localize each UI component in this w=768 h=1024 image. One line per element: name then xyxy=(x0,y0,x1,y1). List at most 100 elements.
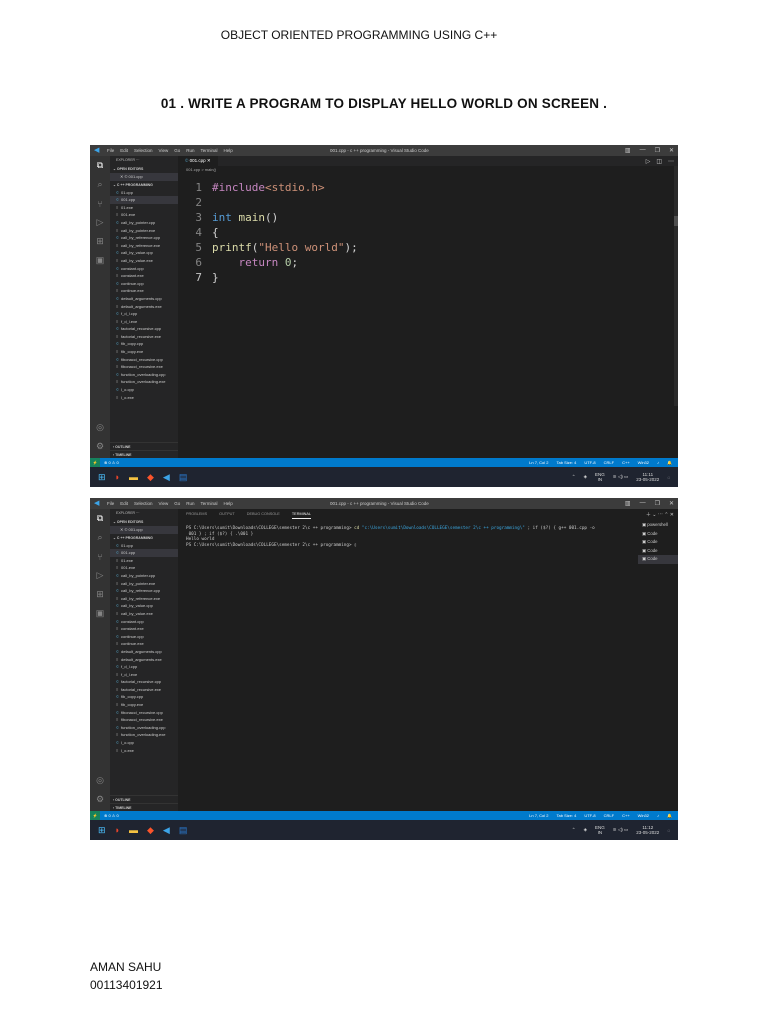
terminal-instance[interactable]: ▣ powershell xyxy=(638,521,678,530)
file-item[interactable]: ≡ call_by_pointer.exe xyxy=(110,580,178,588)
file-item[interactable]: © l_o.cpp xyxy=(110,739,178,747)
remote-explorer-icon[interactable]: ▣ xyxy=(90,604,110,623)
tab-001-cpp[interactable]: © 001.cpp ✕ xyxy=(178,156,218,166)
vscode-taskbar-icon[interactable]: ◀ xyxy=(163,472,170,483)
file-item[interactable]: © call_by_pointer.cpp xyxy=(110,572,178,580)
file-item[interactable]: © constant.cpp xyxy=(110,618,178,626)
close-button[interactable]: ✕ xyxy=(669,500,674,507)
feedback-icon[interactable]: ♪ xyxy=(657,811,659,820)
file-item[interactable]: ≡ f_d_l.exe xyxy=(110,671,178,679)
file-item[interactable]: © 01.cpp xyxy=(110,542,178,550)
problems-count[interactable]: ⊗ 0 ⚠ 0 xyxy=(104,811,119,820)
file-explorer-icon[interactable]: ▬ xyxy=(129,472,138,483)
windows-start-icon[interactable]: ⊞ xyxy=(98,472,106,483)
breadcrumb[interactable]: 001.cpp > main() xyxy=(178,166,678,174)
file-item[interactable]: © call_by_value.cpp xyxy=(110,602,178,610)
search-icon[interactable]: ⌕ xyxy=(90,528,110,547)
windows-start-icon[interactable]: ⊞ xyxy=(98,825,106,836)
file-item[interactable]: © function_overloading.cpp xyxy=(110,371,178,379)
tray-chevron-icon[interactable]: ⌃ xyxy=(572,474,576,480)
file-item[interactable]: © call_by_reference.cpp xyxy=(110,234,178,242)
file-item[interactable]: © f_d_l.cpp xyxy=(110,663,178,671)
menu-terminal[interactable]: Terminal xyxy=(201,501,218,506)
menu-terminal[interactable]: Terminal xyxy=(201,148,218,153)
file-item[interactable]: © continue.cpp xyxy=(110,633,178,641)
folder-section[interactable]: ⌄ C ++ PROGRAMMING xyxy=(110,534,178,542)
bell-icon[interactable]: 🔔 xyxy=(667,811,672,820)
folder-section[interactable]: ⌄ C ++ PROGRAMMING xyxy=(110,181,178,189)
status-item[interactable]: CRLF xyxy=(604,458,614,467)
language-indicator[interactable]: ENG IN xyxy=(595,825,605,836)
close-button[interactable]: ✕ xyxy=(669,147,674,154)
file-item[interactable]: © constant.cpp xyxy=(110,265,178,273)
status-item[interactable]: UTF-8 xyxy=(584,811,595,820)
notification-icon[interactable]: ◌ xyxy=(667,828,670,833)
word-icon[interactable]: ▤ xyxy=(179,472,188,483)
open-editor-item[interactable]: ✕ © 001.cpp xyxy=(110,526,178,534)
maximize-button[interactable]: ❐ xyxy=(655,500,660,507)
open-editors-section[interactable]: ⌄ OPEN EDITORS xyxy=(110,165,178,173)
layout-icon[interactable]: ▥ xyxy=(625,500,631,507)
remote-explorer-icon[interactable]: ▣ xyxy=(90,251,110,270)
wifi-volume-battery-icons[interactable]: ≋ ◁) ▭ xyxy=(613,474,628,480)
file-item[interactable]: © default_arguments.cpp xyxy=(110,648,178,656)
file-item[interactable]: © default_arguments.cpp xyxy=(110,295,178,303)
open-editors-section[interactable]: ⌄ OPEN EDITORS xyxy=(110,518,178,526)
run-debug-icon[interactable]: ▷ xyxy=(90,213,110,232)
file-item[interactable]: ≡ call_by_pointer.exe xyxy=(110,227,178,235)
file-item[interactable]: ≡ factorial_recursive.exe xyxy=(110,686,178,694)
status-item[interactable]: Win32 xyxy=(638,458,649,467)
file-item[interactable]: © f_d_l.cpp xyxy=(110,310,178,318)
defender-icon[interactable]: ◈ xyxy=(584,827,587,833)
file-item[interactable]: ≡ l_o.exe xyxy=(110,747,178,755)
status-item[interactable]: Win32 xyxy=(638,811,649,820)
menu-run[interactable]: Run xyxy=(186,501,194,506)
menu-selection[interactable]: Selection xyxy=(134,148,153,153)
language-indicator[interactable]: ENG IN xyxy=(595,472,605,483)
file-item[interactable]: ≡ default_arguments.exe xyxy=(110,303,178,311)
menu-view[interactable]: View xyxy=(159,148,169,153)
wifi-volume-battery-icons[interactable]: ≋ ◁) ▭ xyxy=(613,827,628,833)
terminal-actions[interactable]: ＋ ⌄ ⋯ ⌃ ✕ xyxy=(646,511,674,518)
extensions-icon[interactable]: ⊞ xyxy=(90,585,110,604)
terminal-output[interactable]: PS C:\Users\sumit\Downloads\COLLEGE\seme… xyxy=(186,526,628,548)
file-item[interactable]: ≡ fib_copy.exe xyxy=(110,348,178,356)
menu-view[interactable]: View xyxy=(159,501,169,506)
file-item[interactable]: ≡ call_by_reference.exe xyxy=(110,242,178,250)
status-item[interactable]: CRLF xyxy=(604,811,614,820)
file-item[interactable]: © fib_copy.cpp xyxy=(110,693,178,701)
defender-icon[interactable]: ◈ xyxy=(584,474,587,480)
file-item[interactable]: © function_overloading.cpp xyxy=(110,724,178,732)
office-icon[interactable]: ◗ xyxy=(115,472,120,483)
status-item[interactable]: Tab Size: 4 xyxy=(557,811,577,820)
maximize-button[interactable]: ❐ xyxy=(655,147,660,154)
file-item[interactable]: © fibonacci_recursive.cpp xyxy=(110,709,178,717)
file-item[interactable]: ≡ 01.exe xyxy=(110,557,178,565)
file-item[interactable]: ≡ f_d_l.exe xyxy=(110,318,178,326)
file-item[interactable]: ≡ 001.exe xyxy=(110,211,178,219)
file-item[interactable]: ≡ continue.exe xyxy=(110,287,178,295)
status-item[interactable]: Ln 7, Col 2 xyxy=(529,458,548,467)
brave-browser-icon[interactable]: ◆ xyxy=(147,825,154,836)
status-item[interactable]: UTF-8 xyxy=(584,458,595,467)
file-explorer-icon[interactable]: ▬ xyxy=(129,825,138,836)
status-item[interactable]: Tab Size: 4 xyxy=(557,458,577,467)
menu-file[interactable]: File xyxy=(107,148,114,153)
status-item[interactable]: C++ xyxy=(622,811,630,820)
file-item[interactable]: ≡ fibonacci_recursive.exe xyxy=(110,716,178,724)
file-item[interactable]: © l_o.cpp xyxy=(110,386,178,394)
bell-icon[interactable]: 🔔 xyxy=(667,458,672,467)
file-item[interactable]: ≡ call_by_value.exe xyxy=(110,610,178,618)
clock[interactable]: 11:11 23-05-2022 xyxy=(636,472,659,483)
file-item[interactable]: ≡ continue.exe xyxy=(110,640,178,648)
menu-run[interactable]: Run xyxy=(186,148,194,153)
office-icon[interactable]: ◗ xyxy=(115,825,120,836)
minimize-button[interactable]: — xyxy=(640,500,646,507)
menu-file[interactable]: File xyxy=(107,501,114,506)
status-item[interactable]: Ln 7, Col 2 xyxy=(529,811,548,820)
menu-go[interactable]: Go xyxy=(174,501,180,506)
file-item[interactable]: ≡ fibonacci_recursive.exe xyxy=(110,363,178,371)
status-item[interactable]: C++ xyxy=(622,458,630,467)
code-editor[interactable]: 1 #include<stdio.h> 2 3 int main() 4{5 printf(… xyxy=(178,180,678,285)
account-icon[interactable]: ◎ xyxy=(90,771,110,790)
